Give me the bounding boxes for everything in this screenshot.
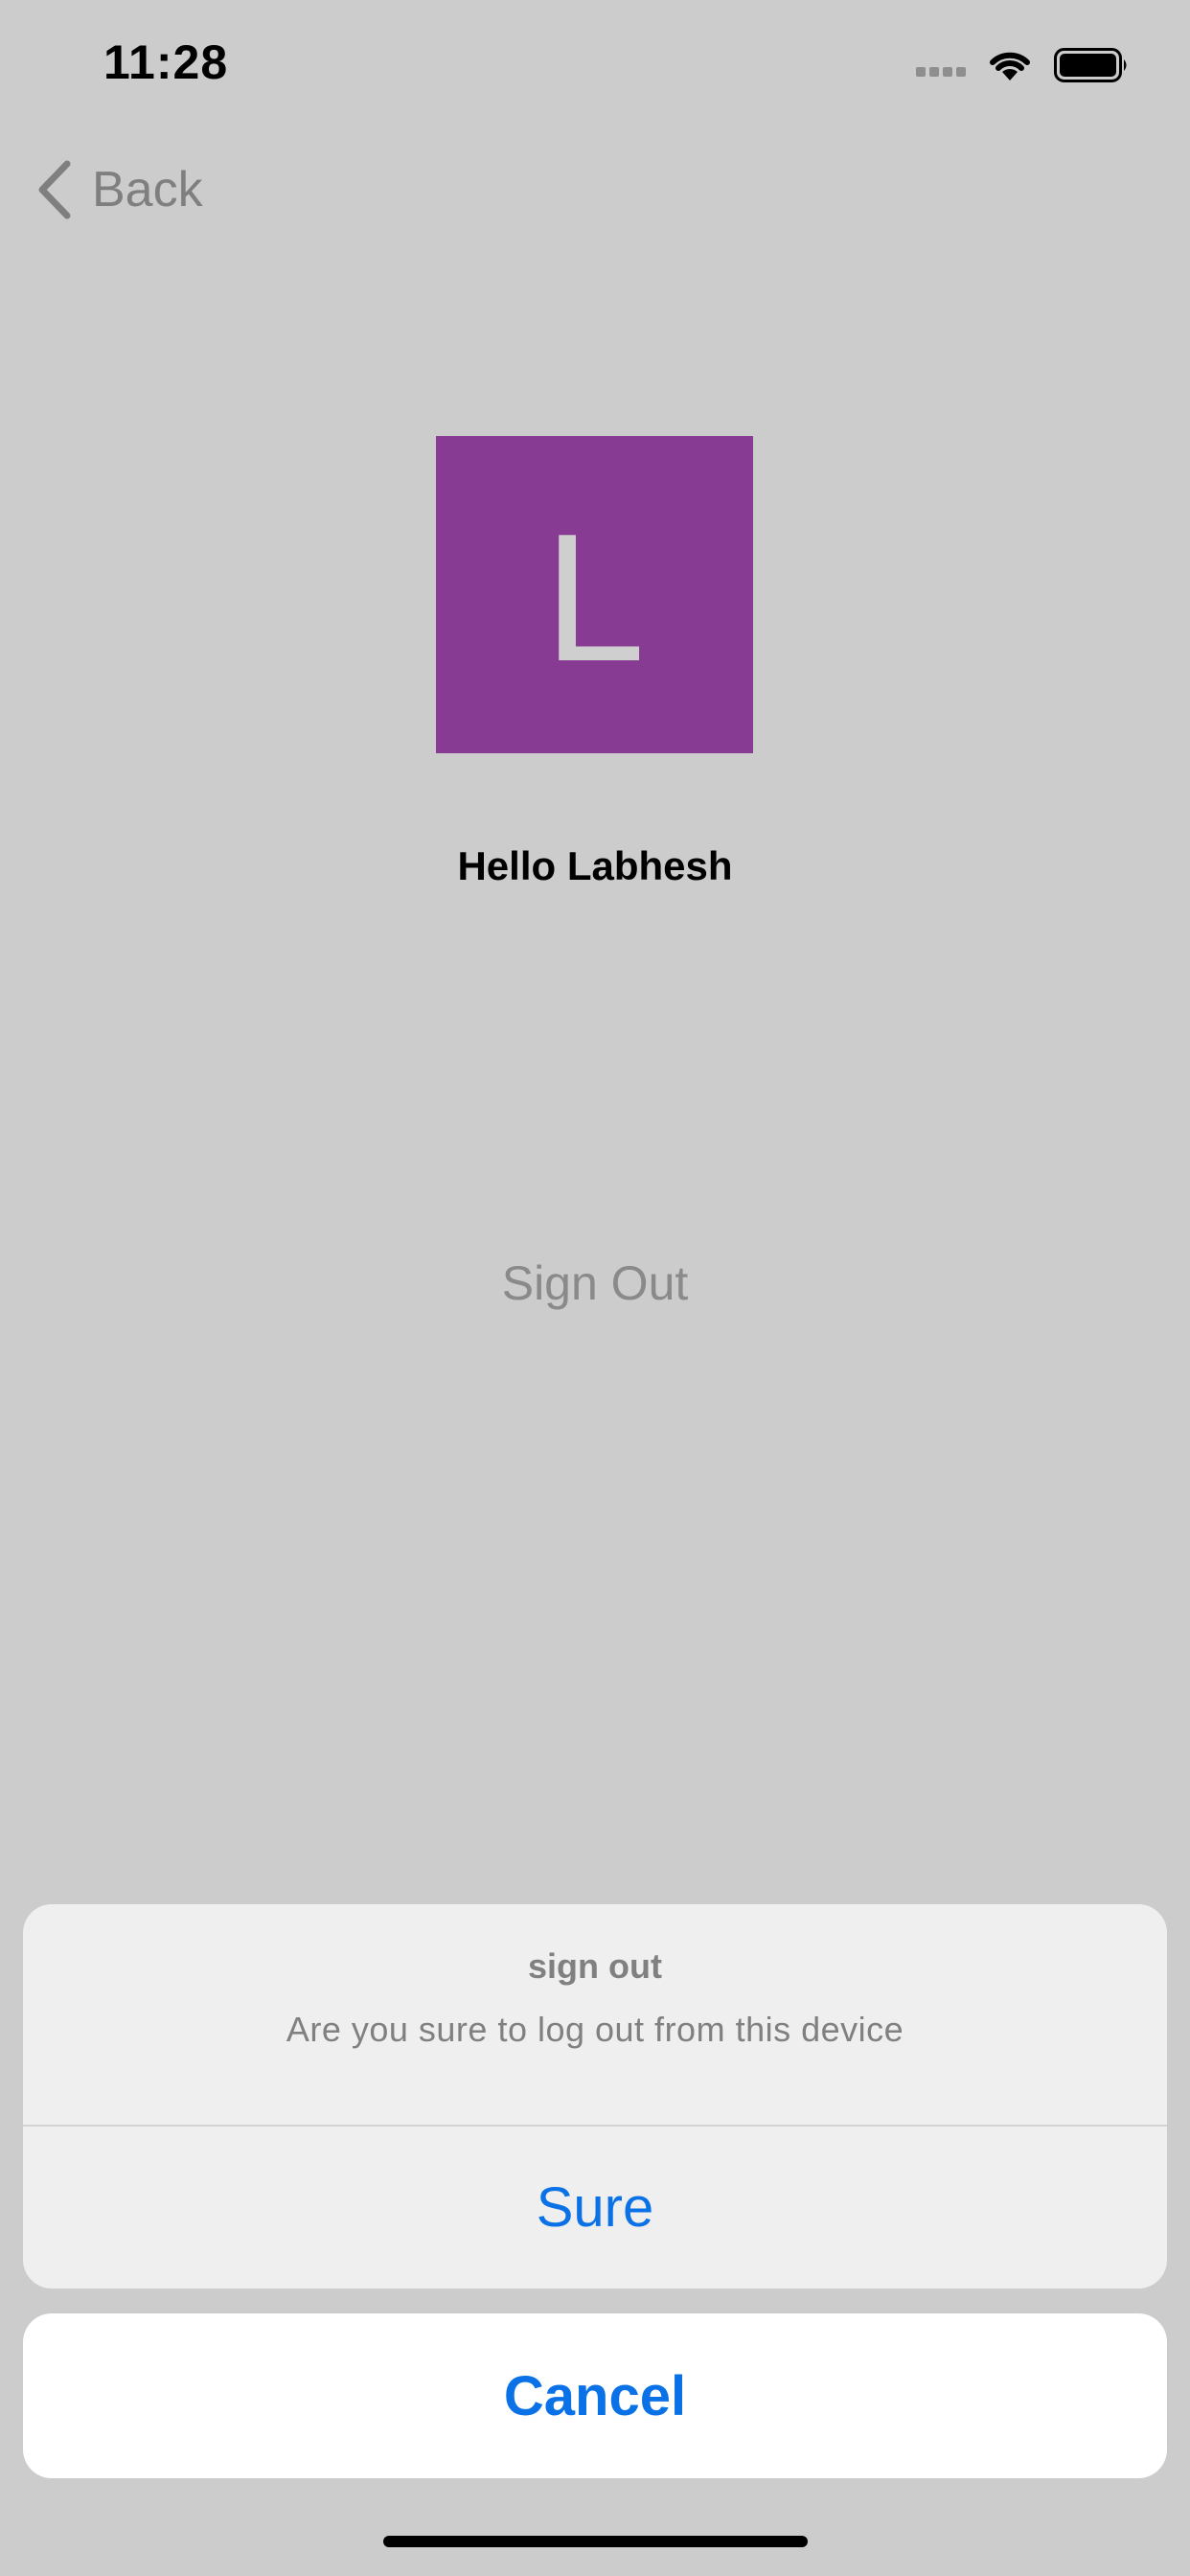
- sign-out-button[interactable]: Sign Out: [0, 1255, 1190, 1311]
- cancel-button[interactable]: Cancel: [23, 2313, 1167, 2478]
- chevron-left-icon: [38, 160, 71, 219]
- avatar: L: [436, 436, 753, 753]
- cellular-signal-icon: [916, 67, 968, 79]
- action-sheet-message: Are you sure to log out from this device: [286, 2010, 904, 2049]
- home-indicator: [383, 2536, 808, 2547]
- confirm-sign-out-button[interactable]: Sure: [23, 2127, 1167, 2288]
- greeting-text: Hello Labhesh: [457, 843, 733, 888]
- status-time: 11:28: [103, 35, 229, 89]
- back-label: Back: [92, 162, 203, 218]
- battery-icon: [1054, 48, 1129, 82]
- avatar-initial: L: [543, 495, 646, 700]
- back-button[interactable]: Back: [34, 153, 203, 226]
- action-sheet: sign out Are you sure to log out from th…: [23, 1904, 1167, 2288]
- wifi-icon: [987, 46, 1033, 82]
- action-sheet-title: sign out: [528, 1946, 662, 1986]
